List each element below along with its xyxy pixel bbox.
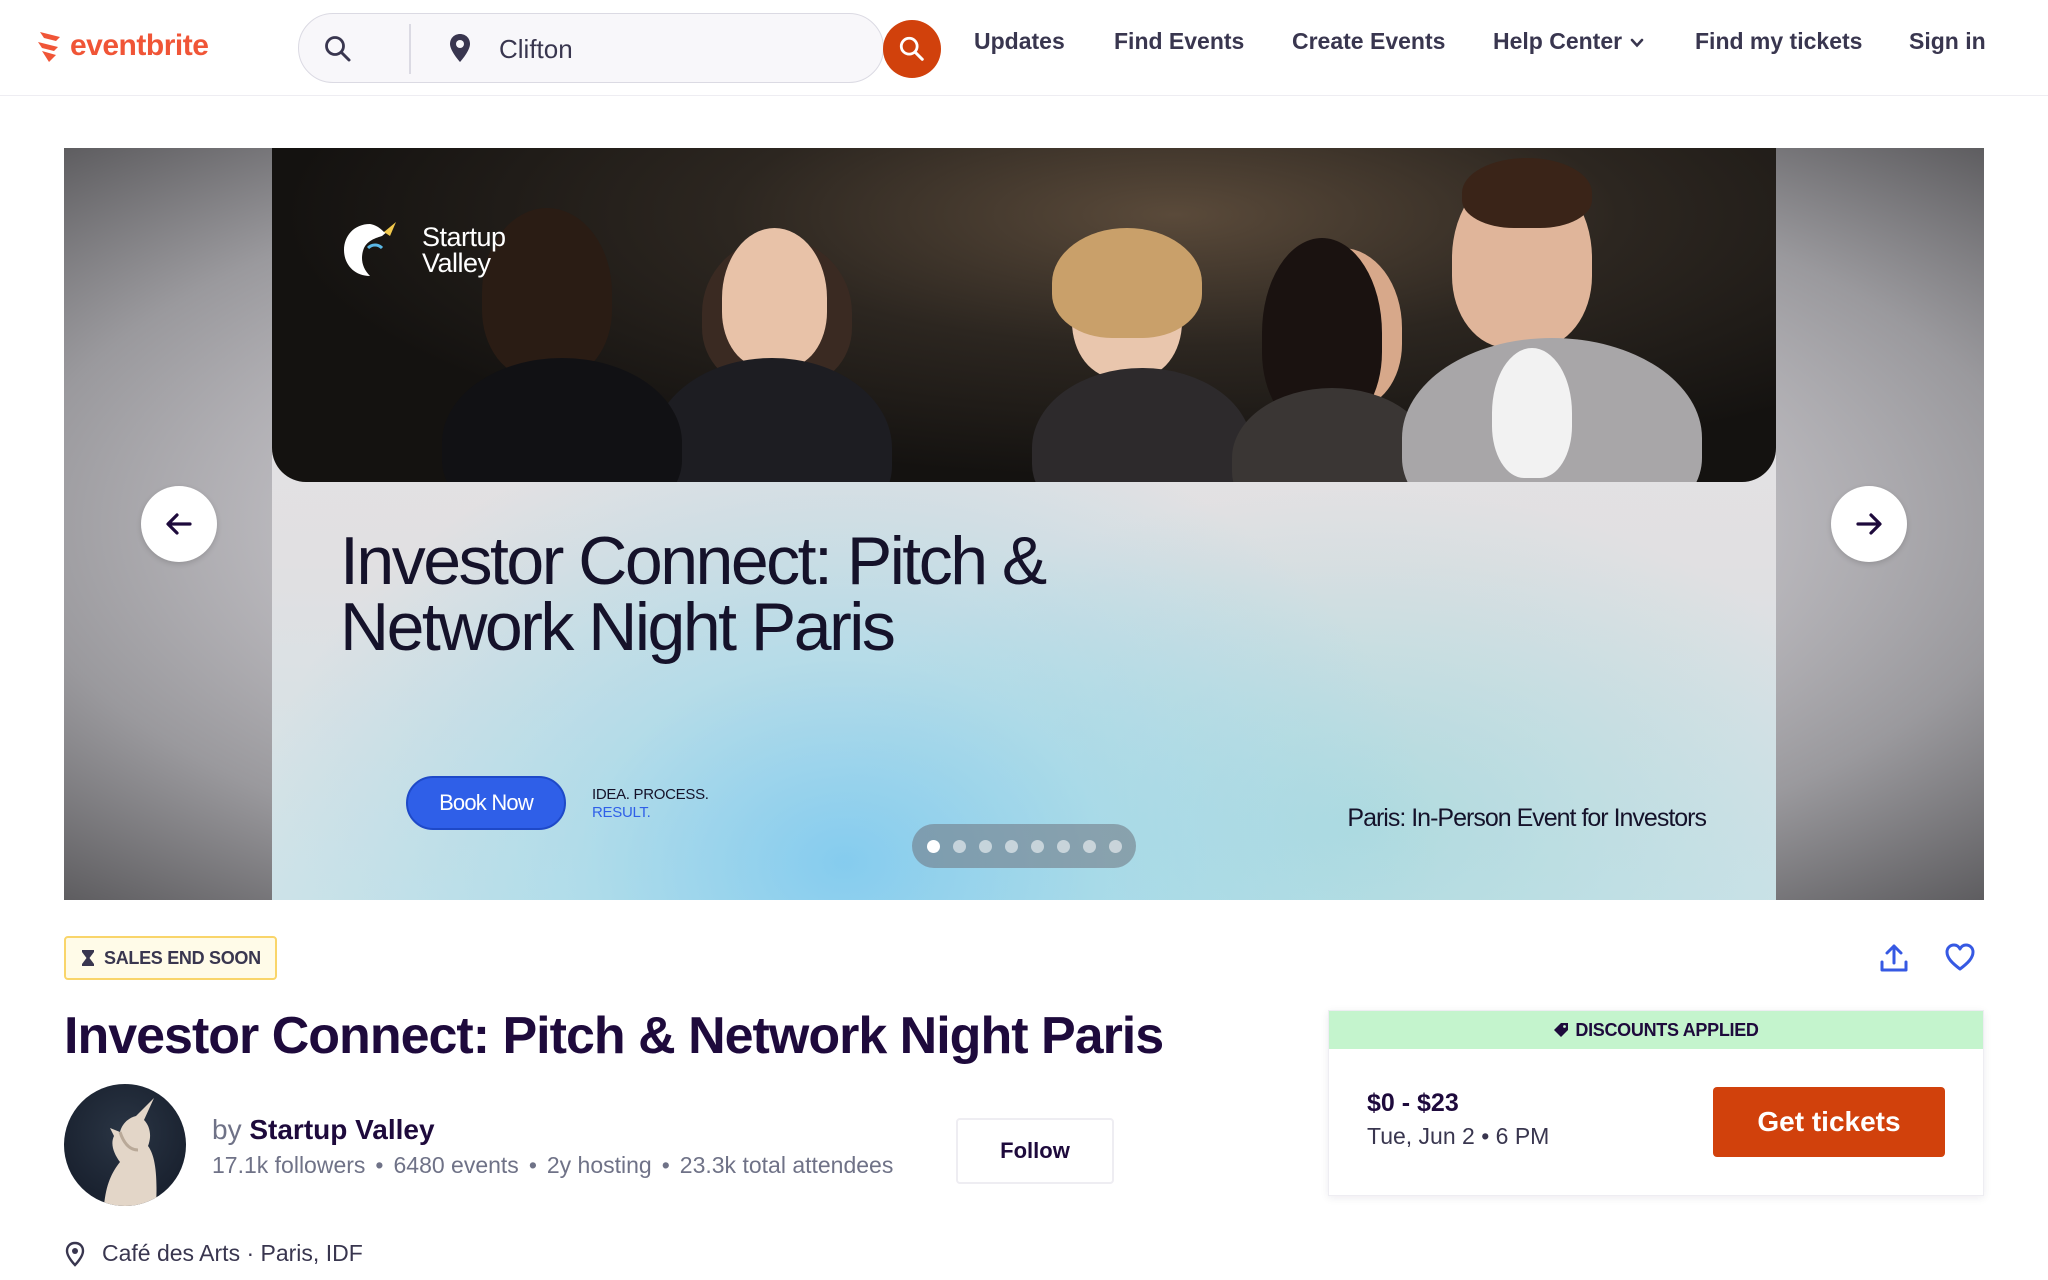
arrow-right-icon	[1856, 513, 1882, 535]
banner-title: Investor Connect: Pitch & Network Night …	[340, 523, 1047, 665]
nav-help-center-label: Help Center	[1493, 28, 1623, 54]
brand-name-line2: Valley	[422, 248, 491, 278]
arrow-left-icon	[166, 513, 192, 535]
banner-subtitle: Paris: In-Person Event for Investors	[1347, 804, 1707, 832]
book-now-button[interactable]: Book Now	[406, 776, 566, 830]
nav-create-events[interactable]: Create Events	[1292, 28, 1445, 55]
location-input[interactable]	[499, 30, 859, 68]
carousel-next-button[interactable]	[1831, 486, 1907, 562]
share-icon[interactable]	[1878, 942, 1910, 974]
unicorn-statue-image	[104, 1098, 157, 1206]
brand-name-line1: Startup	[422, 222, 506, 252]
search-icon[interactable]	[323, 34, 353, 64]
location-pin-icon	[450, 34, 470, 62]
carousel-dot[interactable]	[1082, 839, 1096, 853]
search-divider	[409, 24, 411, 74]
discounts-label: DISCOUNTS APPLIED	[1575, 1019, 1759, 1040]
organizer-avatar[interactable]	[64, 1084, 186, 1206]
sales-end-soon-badge: SALES END SOON	[64, 936, 277, 980]
unicorn-logo-icon	[344, 222, 396, 276]
followers-count: 17.1k followers	[212, 1152, 366, 1178]
nav-updates[interactable]: Updates	[974, 28, 1065, 55]
organizer-byline: by Startup Valley	[212, 1114, 435, 1146]
hosting-duration: 2y hosting	[546, 1152, 652, 1178]
carousel-dot[interactable]	[1030, 839, 1044, 853]
carousel-dot[interactable]	[1108, 839, 1122, 853]
banner-tagline: IDEA. PROCESS. RESULT.	[592, 786, 709, 822]
logo-text: eventbrite	[70, 29, 209, 62]
ticket-price-range: $0 - $23	[1367, 1089, 1459, 1117]
nav-sign-in[interactable]: Sign in	[1909, 28, 1986, 55]
ticket-card: DISCOUNTS APPLIED $0 - $23 Tue, Jun 2 • …	[1328, 1010, 1984, 1196]
search-bar	[298, 13, 884, 83]
search-icon	[899, 36, 924, 61]
networking-photo: Startup Valley	[272, 148, 1776, 482]
discounts-applied-banner: DISCOUNTS APPLIED	[1329, 1011, 1983, 1049]
nav-find-my-tickets[interactable]: Find my tickets	[1695, 28, 1862, 55]
event-title: Investor Connect: Pitch & Network Night …	[64, 1007, 1164, 1065]
hourglass-icon	[82, 950, 94, 966]
eventbrite-logo[interactable]: eventbrite	[36, 26, 209, 66]
startup-valley-brand: Startup Valley	[338, 218, 506, 282]
carousel-dot[interactable]	[926, 839, 940, 853]
tagline-line1: IDEA. PROCESS.	[592, 786, 709, 803]
event-venue: Café des Arts · Paris, IDF	[64, 1240, 363, 1267]
search-submit-button[interactable]	[883, 20, 941, 78]
top-nav-bar: eventbrite Updates Find Events Create Ev…	[0, 0, 2048, 96]
carousel-dot[interactable]	[978, 839, 992, 853]
event-banner-image: Startup Valley Investor Connect: Pitch &…	[272, 148, 1776, 900]
chevron-down-icon	[1630, 38, 1644, 48]
location-pin-icon	[65, 1241, 85, 1267]
follow-button[interactable]: Follow	[956, 1118, 1114, 1184]
carousel-dot[interactable]	[1004, 839, 1018, 853]
events-count: 6480 events	[393, 1152, 519, 1178]
nav-help-center[interactable]: Help Center	[1493, 28, 1644, 55]
venue-text[interactable]: Café des Arts · Paris, IDF	[102, 1240, 363, 1267]
event-hero-carousel: Startup Valley Investor Connect: Pitch &…	[64, 148, 1984, 900]
nav-find-events[interactable]: Find Events	[1114, 28, 1244, 55]
eventbrite-logo-icon	[38, 32, 60, 62]
carousel-dot[interactable]	[952, 839, 966, 853]
carousel-pagination	[912, 824, 1136, 868]
heart-icon[interactable]	[1944, 942, 1976, 972]
organizer-stats: 17.1k followers • 6480 events • 2y hosting • 2…	[212, 1152, 893, 1179]
tag-icon	[1554, 1023, 1569, 1037]
by-label: by	[212, 1114, 242, 1145]
attendees-count: 23.3k total attendees	[679, 1152, 894, 1178]
separator-dot: •	[528, 1152, 537, 1178]
tagline-line2: RESULT.	[592, 804, 651, 821]
organizer-name[interactable]: Startup Valley	[249, 1114, 434, 1145]
event-date-time: Tue, Jun 2 • 6 PM	[1367, 1123, 1550, 1149]
get-tickets-button[interactable]: Get tickets	[1713, 1087, 1945, 1157]
separator-dot: •	[375, 1152, 384, 1178]
separator-dot: •	[661, 1152, 670, 1178]
carousel-prev-button[interactable]	[141, 486, 217, 562]
carousel-dot[interactable]	[1056, 839, 1070, 853]
badge-label: SALES END SOON	[104, 947, 261, 968]
